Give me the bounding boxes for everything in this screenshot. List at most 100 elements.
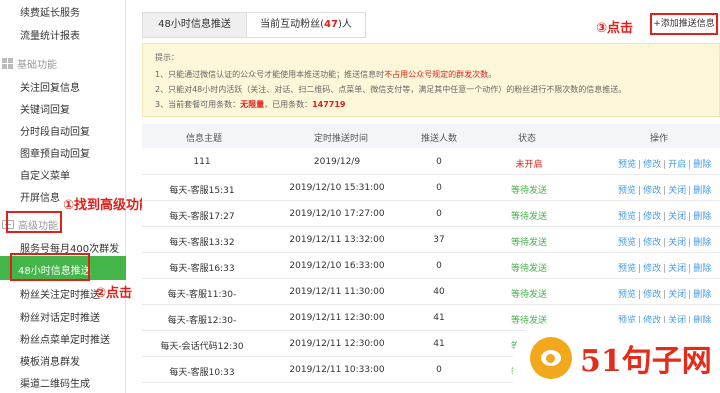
cell-subject: 每天-客服17:27: [169, 212, 235, 222]
sidebar-item-custom-menu[interactable]: 自定义菜单: [20, 167, 70, 182]
watermark-logo-icon: [530, 337, 572, 379]
op-link[interactable]: 预览: [618, 212, 636, 222]
cell-subject: 每天-客服13:32: [169, 238, 235, 248]
op-link[interactable]: 修改: [643, 264, 661, 274]
watermark-text: 51句子网: [580, 344, 712, 379]
notice-line-3: 3、当前套餐可用条数：无限量，已用条数：147719: [155, 100, 346, 109]
sidebar-item-menu-timed-push[interactable]: 粉丝点菜单定时推送: [20, 331, 110, 346]
cell-subject: 每天-客服10:33: [169, 368, 235, 378]
cell-ops: 预览|修改|关闭|删除: [618, 209, 711, 222]
op-link[interactable]: 关闭: [668, 264, 686, 274]
sidebar-item-traffic-report[interactable]: 流量统计报表: [20, 27, 80, 42]
notice-title: 提示：: [155, 53, 179, 62]
cell-status: 等待发送: [510, 264, 547, 274]
cell-count: 41: [433, 313, 445, 323]
cell-count: 40: [433, 287, 445, 297]
tab-bar: 48小时信息推送 当前互动粉丝(47)人: [142, 12, 366, 38]
grid-icon: [2, 58, 13, 69]
cell-time: 2019/12/11 10:33:00: [289, 365, 385, 375]
sidebar-item-qrcode-gen[interactable]: 渠道二维码生成: [20, 375, 90, 390]
cell-status: 等待发送: [510, 212, 547, 222]
th-count: 推送人数: [421, 134, 458, 144]
th-subject: 信息主题: [186, 134, 223, 144]
cell-time: 2019/12/10 15:31:00: [289, 183, 385, 193]
cell-ops: 预览|修改|关闭|删除: [618, 261, 711, 274]
tab-48h-push[interactable]: 48小时信息推送: [143, 13, 247, 37]
op-link[interactable]: 关闭: [668, 186, 686, 196]
sidebar-item-timed-reply[interactable]: 分时段自动回复: [20, 123, 90, 138]
tab-active-fans[interactable]: 当前互动粉丝(47)人: [247, 13, 365, 37]
cell-status: 未开启: [515, 160, 543, 170]
th-status: 状态: [518, 134, 537, 144]
sidebar-item-follow-reply[interactable]: 关注回复信息: [20, 79, 80, 94]
table-row: 每天-客服13:32 2019/12/11 13:32:00 37 等待发送 预览 | 修改…: [142, 227, 720, 253]
op-link[interactable]: 修改: [643, 290, 661, 300]
op-link[interactable]: 修改: [643, 238, 661, 248]
table-row: 每天-客服16:33 2019/12/10 16:33:00 0 等待发送 预览 | 修改 |…: [142, 253, 720, 279]
op-link[interactable]: 修改: [643, 186, 661, 196]
annotation-box-advanced: [6, 211, 62, 233]
op-link[interactable]: 预览: [618, 160, 636, 170]
sidebar-item-image-reply[interactable]: 图章预自动回复: [20, 145, 90, 160]
op-link[interactable]: 预览: [618, 186, 636, 196]
tab-label-prefix: 当前互动粉丝(: [260, 19, 325, 30]
sidebar-item-renewal[interactable]: 续费延长服务: [20, 4, 80, 19]
sidebar-item-keyword-reply[interactable]: 关键词回复: [20, 101, 70, 116]
op-link[interactable]: 删除: [693, 264, 711, 274]
cell-subject: 每天-会话代码12:30: [160, 342, 244, 352]
add-push-button[interactable]: +添加推送信息: [650, 13, 718, 35]
op-link[interactable]: 删除: [693, 290, 711, 300]
annotation-step2: ②点击: [95, 286, 133, 301]
sidebar-item-splash-info[interactable]: 开屏信息: [20, 189, 60, 204]
cell-ops: 预览|修改|关闭|删除: [618, 287, 711, 300]
cell-count: 0: [436, 183, 442, 193]
cell-count: 0: [436, 365, 442, 375]
op-link[interactable]: 修改: [643, 212, 661, 222]
sidebar-item-follow-timed-push[interactable]: 粉丝关注定时推送: [20, 286, 100, 301]
th-time: 定时推送时间: [314, 134, 369, 144]
cell-count: 0: [436, 261, 442, 271]
table-row: 每天-客服17:27 2019/12/10 17:27:00 0 等待发送 预览 | 修改 |…: [142, 201, 720, 227]
cell-ops: 预览|修改|关闭|删除: [618, 183, 711, 196]
sidebar-section-label: 基础功能: [17, 60, 57, 71]
sidebar-item-chat-timed-push[interactable]: 粉丝对话定时推送: [20, 309, 100, 324]
cell-time: 2019/12/10 16:33:00: [289, 261, 385, 271]
cell-count: 41: [433, 339, 445, 349]
cell-time: 2019/12/11 12:30:00: [289, 339, 385, 349]
op-link[interactable]: 预览: [618, 238, 636, 248]
notice-line-1: 1、只能通过微信认证的公众号才能使用本推送功能；推送信息时不占用公众号规定的群发…: [155, 70, 497, 79]
annotation-step1: ①找到高级功能: [63, 198, 153, 213]
cell-subject: 每天-客服12:30-: [167, 316, 237, 326]
tab-label-suffix: )人: [337, 19, 352, 30]
op-link[interactable]: 关闭: [668, 238, 686, 248]
op-link[interactable]: 预览: [618, 290, 636, 300]
op-link[interactable]: 删除: [693, 186, 711, 196]
fan-count: 47: [324, 19, 338, 30]
op-link[interactable]: 修改: [643, 160, 661, 170]
table-row: 每天-客服15:31 2019/12/10 15:31:00 0 等待发送 预览 | 修改 |…: [142, 175, 720, 201]
sidebar-section-basic: 基础功能: [2, 56, 57, 71]
cell-ops: 预览 | 修改 | 开启 | 删除: [618, 157, 711, 170]
cell-time: 2019/12/10 17:27:00: [289, 209, 385, 219]
annotation-box-48h: [10, 253, 90, 281]
ops-separator: |: [638, 264, 642, 274]
sidebar-item-template-broadcast[interactable]: 模板消息群发: [20, 353, 80, 368]
cell-status: 等待发送: [510, 290, 547, 300]
table-header: 信息主题 定时推送时间 推送人数 状态 操作: [142, 124, 720, 148]
op-link[interactable]: 关闭: [668, 290, 686, 300]
op-link[interactable]: 开启: [668, 160, 686, 170]
cell-time: 2019/12/9: [313, 157, 361, 167]
ops-separator: |: [638, 290, 642, 300]
ops-separator: |: [638, 186, 642, 196]
cell-subject: 每天-客服15:31: [169, 186, 235, 196]
op-link[interactable]: 删除: [693, 212, 711, 222]
table-row: 111 2019/12/9 0 未开启 预览 | 修改 | 开启 | 删除: [142, 149, 720, 175]
op-link[interactable]: 删除: [693, 160, 711, 170]
op-link[interactable]: 删除: [693, 238, 711, 248]
annotation-step3: ③点击: [596, 21, 634, 36]
op-link[interactable]: 关闭: [668, 212, 686, 222]
ops-separator: |: [638, 238, 642, 248]
cell-time: 2019/12/11 11:30:00: [289, 287, 385, 297]
cell-count: 37: [433, 235, 445, 245]
op-link[interactable]: 预览: [618, 264, 636, 274]
